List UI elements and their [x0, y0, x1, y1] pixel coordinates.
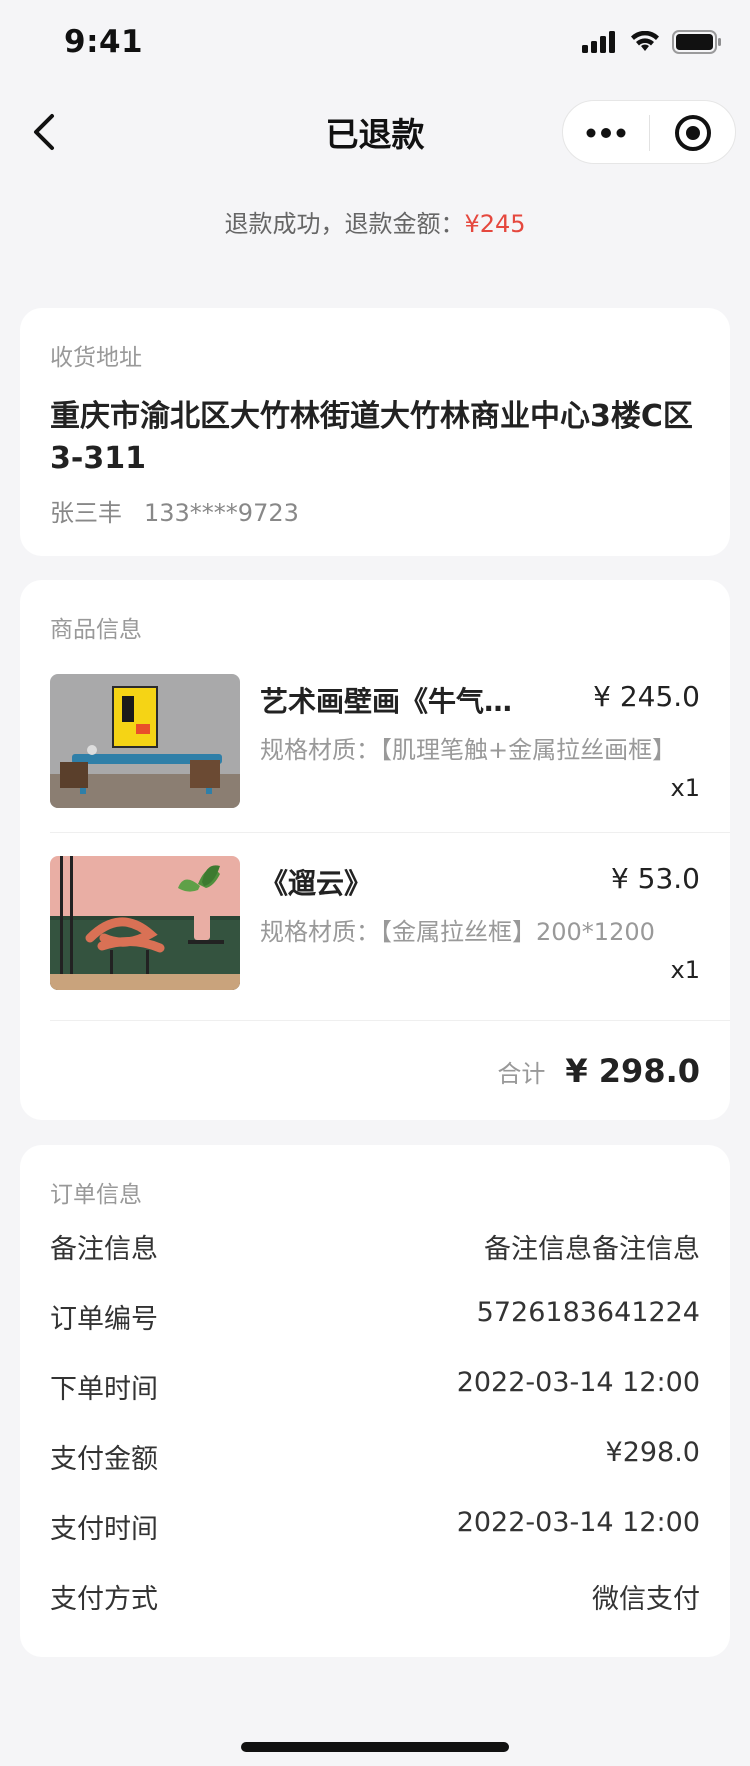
artwork-product-image — [50, 674, 240, 808]
goods-divider — [50, 1020, 730, 1021]
order-row-pay-method: 支付方式 微信支付 — [50, 1577, 700, 1621]
order-value: 微信支付 — [592, 1584, 700, 1615]
battery-icon — [672, 30, 721, 54]
goods-spec: 规格材质：【金属拉丝框】200*1200 — [260, 918, 655, 946]
order-info-card: 订单信息 备注信息 备注信息备注信息 订单编号 5726183641224 下单… — [20, 1145, 730, 1657]
order-label: 支付方式 — [50, 1584, 158, 1615]
total-label: 合计 — [497, 1060, 546, 1088]
more-dots-icon — [586, 128, 626, 138]
goods-info-card: 商品信息 艺术画壁画《牛气冲天》 ¥ 245.0 规格材质：【肌理笔触+金属拉丝… — [20, 580, 730, 1120]
total-amount: ¥ 298.0 — [565, 1052, 700, 1090]
goods-spec: 规格材质：【肌理笔触+金属拉丝画框】 — [260, 736, 677, 764]
order-value: 5726183641224 — [476, 1297, 700, 1328]
more-button[interactable] — [563, 101, 649, 165]
goods-quantity: x1 — [670, 774, 700, 802]
refund-message-text: 退款成功，退款金额： — [224, 210, 465, 238]
home-indicator — [241, 1742, 509, 1752]
order-value: 2022-03-14 12:00 — [456, 1367, 700, 1398]
wifi-icon — [631, 31, 659, 51]
navigation-bar: 已退款 — [0, 88, 750, 176]
goods-item[interactable]: 《遛云》 ¥ 53.0 规格材质：【金属拉丝框】200*1200 x1 — [50, 856, 700, 1016]
order-row-paid-time: 支付时间 2022-03-14 12:00 — [50, 1507, 700, 1551]
miniprogram-capsule — [562, 100, 736, 164]
goods-item[interactable]: 艺术画壁画《牛气冲天》 ¥ 245.0 规格材质：【肌理笔触+金属拉丝画框】 x… — [50, 674, 700, 834]
total-row: 合计 ¥ 298.0 — [497, 1052, 700, 1090]
section-title-goods: 商品信息 — [50, 617, 142, 643]
address-text: 重庆市渝北区大竹林街道大竹林商业中心3楼C区3-311 — [50, 399, 693, 476]
order-row-paid-amount: 支付金额 ¥298.0 — [50, 1437, 700, 1481]
order-value: ¥298.0 — [605, 1437, 700, 1468]
order-value: 2022-03-14 12:00 — [456, 1507, 700, 1538]
goods-price: ¥ 53.0 — [610, 862, 700, 895]
goods-price: ¥ 245.0 — [593, 680, 700, 713]
signal-icon — [582, 31, 615, 53]
order-row-number: 订单编号 5726183641224 — [50, 1297, 700, 1341]
refund-status-message: 退款成功，退款金额：¥245 — [0, 204, 750, 239]
goods-divider — [50, 832, 730, 833]
goods-quantity: x1 — [670, 956, 700, 984]
interior-product-image — [50, 856, 240, 990]
goods-name: 艺术画壁画《牛气冲天》 — [260, 685, 530, 718]
recipient-phone: 133****9723 — [144, 499, 299, 527]
order-label: 备注信息 — [50, 1234, 158, 1265]
order-label: 订单编号 — [50, 1304, 158, 1335]
status-bar: 9:41 — [0, 0, 750, 88]
order-row-created-time: 下单时间 2022-03-14 12:00 — [50, 1367, 700, 1411]
refund-amount: ¥245 — [464, 210, 526, 238]
status-time: 9:41 — [64, 24, 144, 60]
target-close-icon — [675, 115, 711, 151]
goods-image — [50, 674, 240, 808]
order-label: 支付时间 — [50, 1514, 158, 1545]
section-title-address: 收货地址 — [50, 345, 142, 371]
status-icons — [582, 30, 722, 54]
shipping-address-card: 收货地址 重庆市渝北区大竹林街道大竹林商业中心3楼C区3-311 张三丰 133*… — [20, 308, 730, 556]
order-value: 备注信息备注信息 — [484, 1234, 700, 1265]
goods-image — [50, 856, 240, 990]
address-contact: 张三丰 133****9723 — [50, 493, 299, 528]
goods-name: 《遛云》 — [260, 867, 373, 900]
order-label: 支付金额 — [50, 1444, 158, 1475]
recipient-name: 张三丰 — [50, 499, 122, 527]
order-label: 下单时间 — [50, 1374, 158, 1405]
order-row-remark: 备注信息 备注信息备注信息 — [50, 1227, 700, 1271]
section-title-order: 订单信息 — [50, 1182, 142, 1208]
close-miniprogram-button[interactable] — [650, 101, 736, 165]
